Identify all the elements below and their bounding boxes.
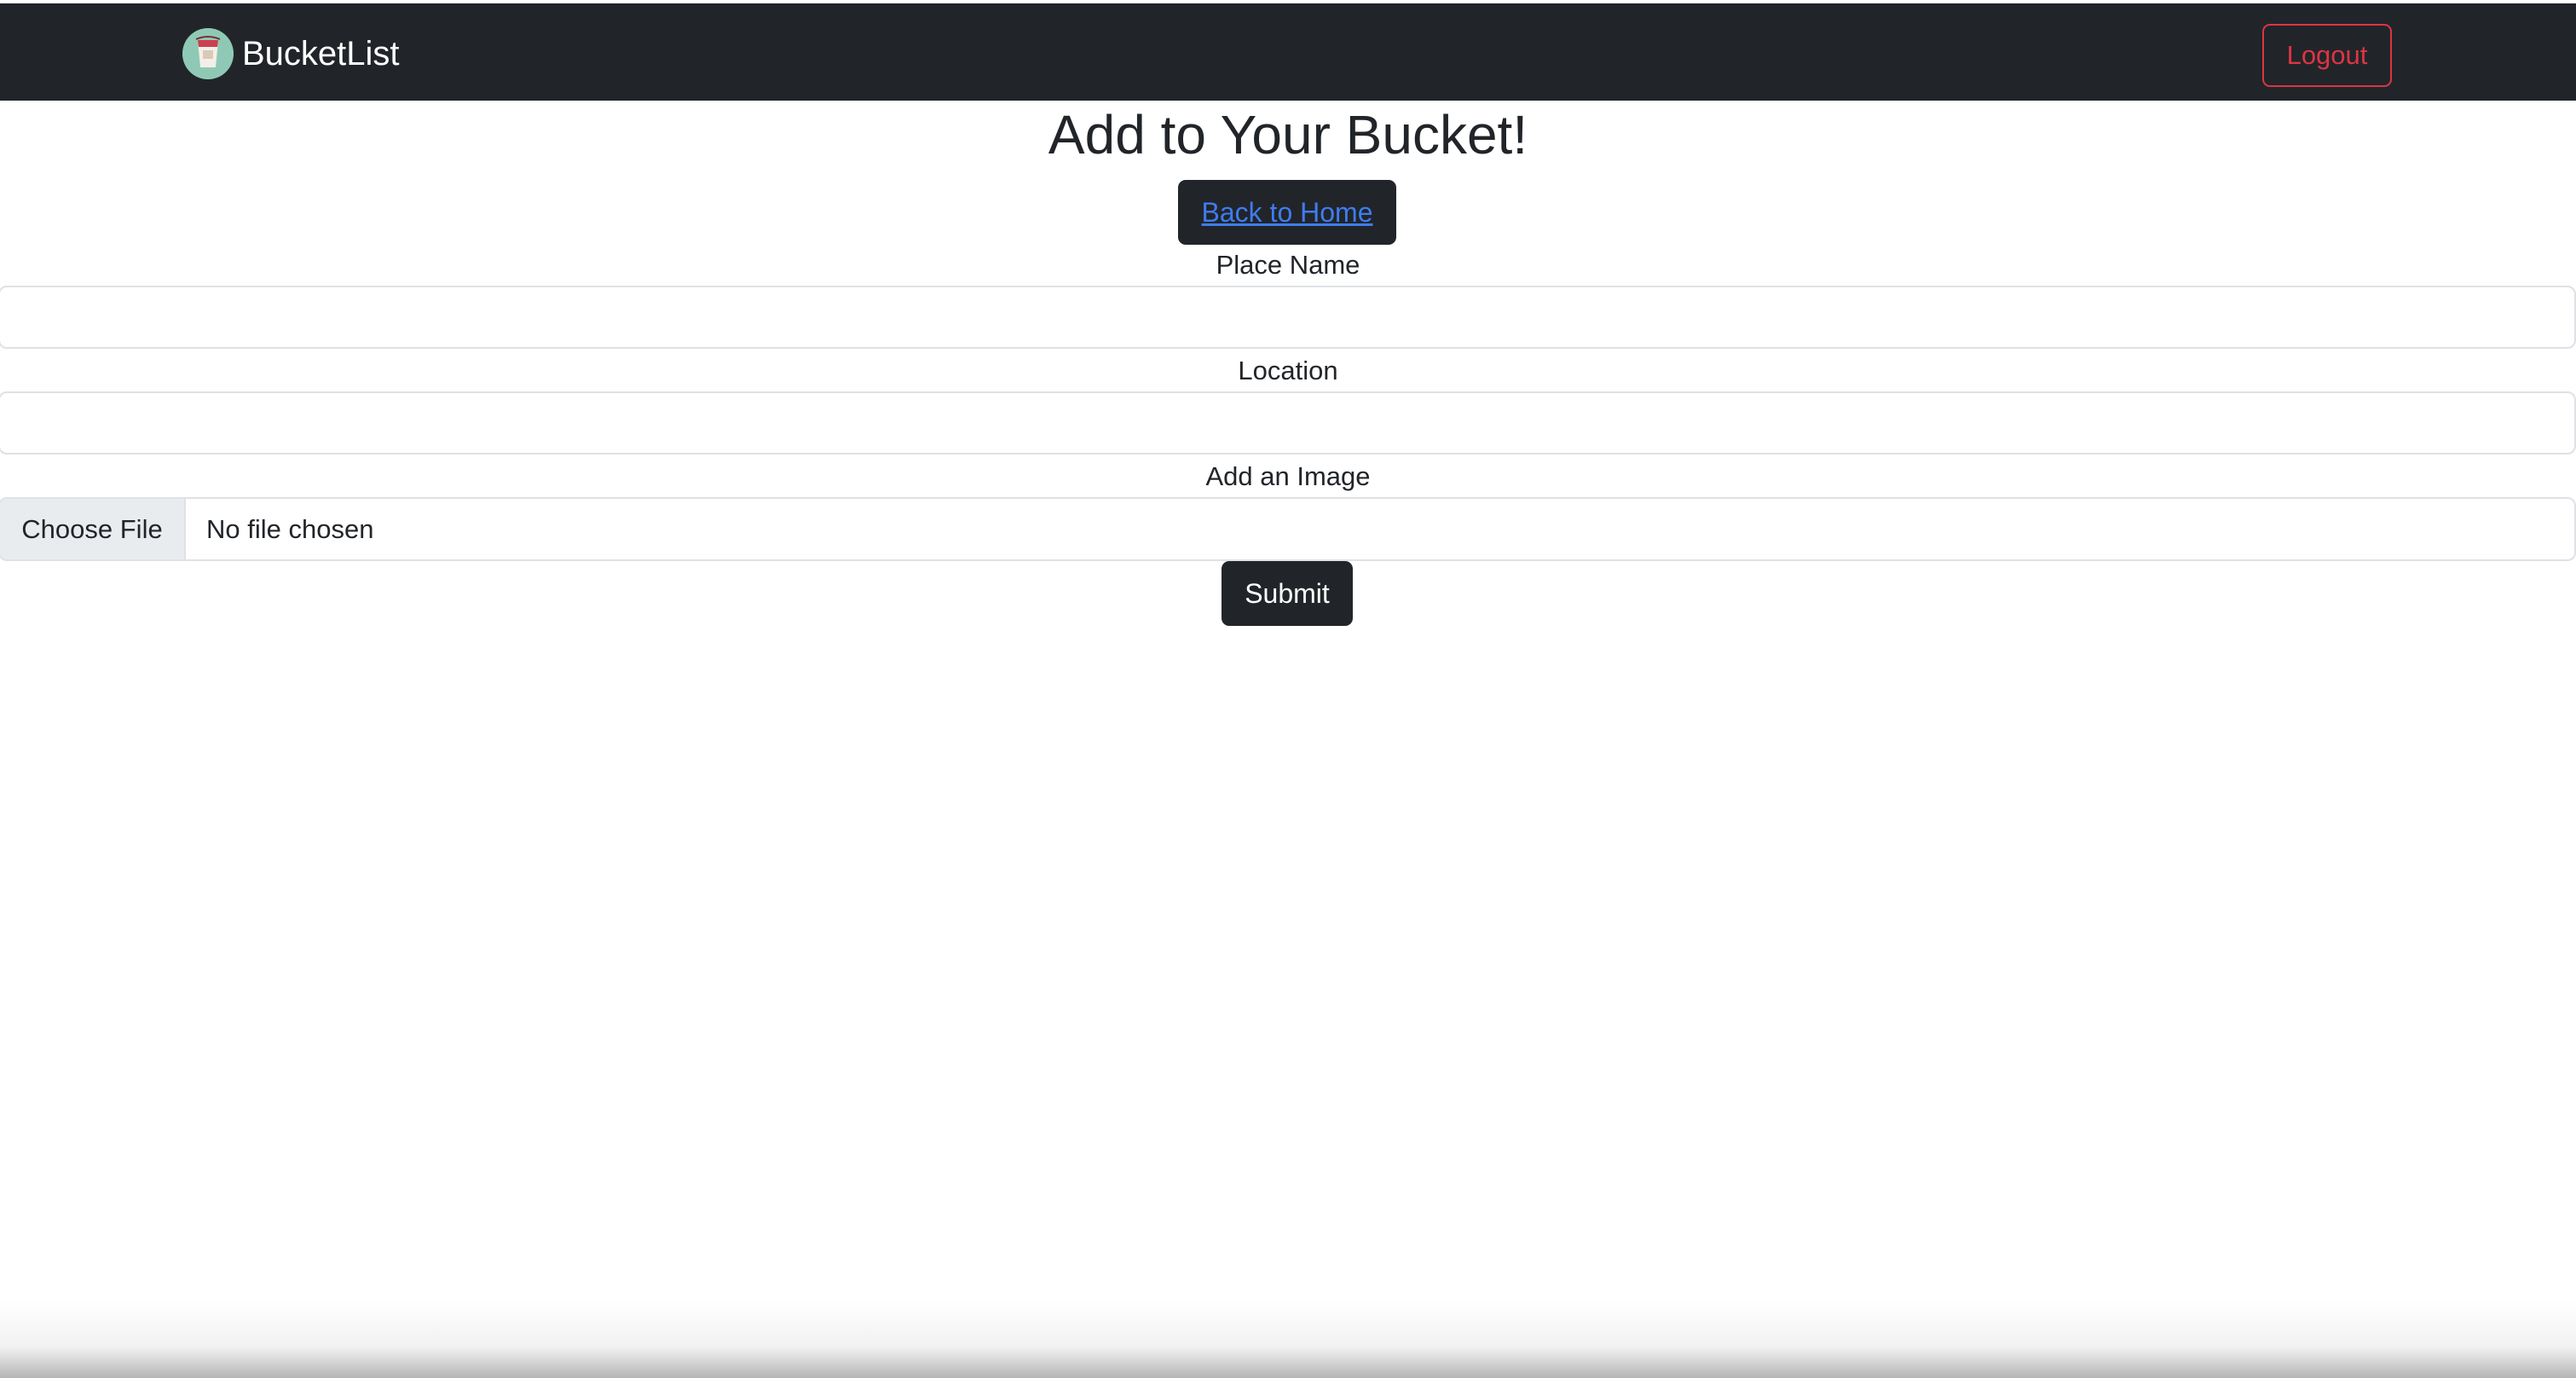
brand-name: BucketList — [242, 35, 400, 72]
file-status-text: No file chosen — [206, 513, 374, 544]
navbar: BucketList Logout — [0, 3, 2576, 101]
image-file-input[interactable]: Choose File No file chosen — [0, 497, 2576, 561]
page-title: Add to Your Bucket! — [1048, 104, 1528, 165]
place-name-input[interactable] — [0, 286, 2576, 349]
location-input[interactable] — [0, 391, 2576, 455]
back-to-home-link[interactable]: Back to Home — [1202, 197, 1373, 229]
image-label: Add an Image — [1205, 461, 1371, 491]
page: BucketList Logout Add to Your Bucket! Ba… — [0, 0, 2576, 1378]
location-label: Location — [1238, 356, 1338, 385]
logout-button[interactable]: Logout — [2262, 24, 2392, 87]
brand-link[interactable]: BucketList — [182, 27, 400, 80]
submit-button[interactable]: Submit — [1222, 561, 1353, 626]
place-name-label: Place Name — [1216, 250, 1360, 280]
window-bottom-shadow — [0, 1301, 2576, 1378]
choose-file-button[interactable]: Choose File — [0, 499, 186, 559]
back-to-home-button[interactable]: Back to Home — [1178, 180, 1396, 245]
bucket-logo-icon — [182, 28, 234, 79]
